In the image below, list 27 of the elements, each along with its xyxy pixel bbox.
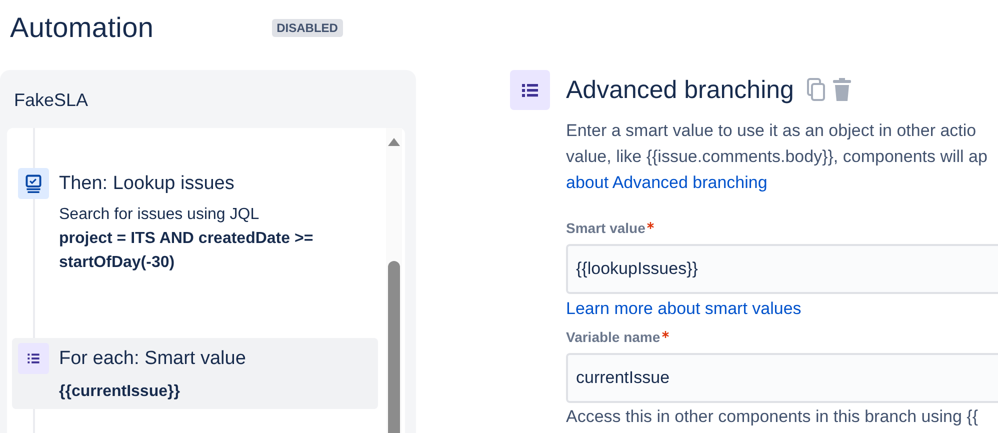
trash-icon[interactable] bbox=[832, 78, 852, 102]
field-label: Smart value bbox=[566, 220, 646, 236]
rule-step[interactable]: Then: Lookup issues Search for issues using JQL project = ITS AND createdDate >= startOfDay(-30) bbox=[12, 163, 378, 280]
page-title: Automation bbox=[10, 12, 154, 44]
scrollbar-thumb[interactable] bbox=[388, 261, 400, 433]
rule-step[interactable]: For each: Smart value {{currentIssue}} bbox=[12, 338, 378, 409]
step-title: For each: Smart value bbox=[59, 347, 247, 371]
text-field[interactable]: {{lookupIssues}} bbox=[566, 244, 998, 294]
step-detail: {{currentIssue}} bbox=[59, 382, 181, 402]
step-detail: project = ITS AND createdDate >= startOfDay(-30) bbox=[59, 229, 314, 273]
field-label: Variable name bbox=[566, 329, 660, 345]
status-badge: DISABLED bbox=[272, 19, 343, 37]
step-title: Then: Lookup issues bbox=[59, 172, 236, 196]
scrollbar[interactable] bbox=[386, 128, 402, 433]
text-field[interactable]: currentIssue bbox=[566, 353, 998, 403]
smart-values-link[interactable]: Learn more about smart values bbox=[566, 299, 998, 319]
rule-title: FakeSLA bbox=[13, 89, 90, 112]
step-description: Search for issues using JQL bbox=[59, 205, 260, 225]
copy-icon[interactable] bbox=[806, 78, 826, 102]
component-description: Enter a smart value to use it as an object in other actio value, like {{issue.comments.body}}, components will ap about Advanced branching bbox=[566, 120, 988, 194]
field-help-text: Access this in other components in this branch using {{ bbox=[566, 407, 980, 427]
list-icon bbox=[18, 343, 49, 374]
list-icon bbox=[510, 70, 550, 110]
advanced-branching-link[interactable]: about Advanced branching bbox=[566, 173, 768, 192]
monitor-icon bbox=[18, 168, 49, 199]
scroll-up-icon[interactable] bbox=[388, 138, 400, 146]
component-title: Advanced branching bbox=[566, 76, 794, 104]
